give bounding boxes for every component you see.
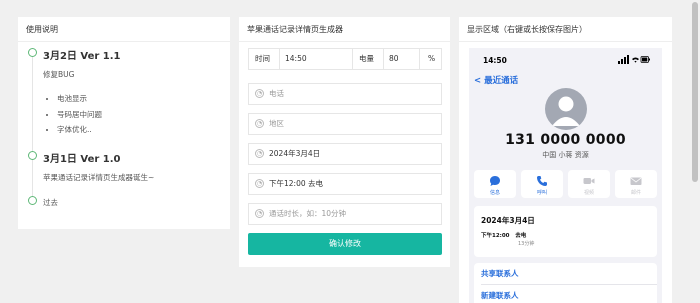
version-text: 苹果通话记录详情页生成器诞生~ [43,173,155,182]
record-type: 去电 [515,233,527,239]
list-item: 电池显示 [57,93,102,109]
phone-number: 131 0000 0000 [505,132,626,148]
phone-icon [537,176,547,186]
record-duration: 13分钟 [518,241,535,247]
call-type-field[interactable]: ◔ 下午12:00 去电 [248,173,442,195]
time-input[interactable]: 14:50 [285,49,345,69]
scrollbar-thumb[interactable] [692,2,698,182]
list-item: 字体优化.. [57,124,102,140]
version-title: 3月1日 Ver 1.0 [43,154,121,165]
share-contact-link[interactable]: 共享联系人 [481,268,519,279]
message-icon [490,176,500,186]
page-scrollbar[interactable] [690,0,700,303]
video-button[interactable]: 视频 [568,170,610,198]
chevron-left-icon: < [474,76,482,86]
timeline-past: 过去 [43,198,58,207]
record-date: 2024年3月4日 [481,216,535,225]
clock-icon: ◔ [255,179,264,188]
duration-placeholder: 通话时长，如：10分钟 [269,209,347,218]
divider [481,284,657,285]
record-time-line: 下午12:00 去电 [481,231,526,239]
date-value: 2024年3月4日 [269,149,321,158]
call-button[interactable]: 呼叫 [521,170,563,198]
new-contact-link[interactable]: 新建联系人 [481,290,519,301]
message-label: 信息 [489,190,500,196]
back-button[interactable]: < 最近通话 [474,74,518,86]
timeline-dot [28,48,37,57]
duration-field[interactable]: ◔ 通话时长，如：10分钟 [248,203,442,225]
display-title: 显示区域（右键或长按保存图片） [459,17,672,42]
message-button[interactable]: 信息 [474,170,516,198]
display-panel: 显示区域（右键或长按保存图片） 14:50 < 最近通话 131 0000 00… [459,17,672,303]
version-text: 修复BUG [43,70,75,79]
region-field[interactable]: ◔ 地区 [248,113,442,135]
call-type-value: 下午12:00 去电 [269,179,323,188]
generator-panel: 苹果通话记录详情页生成器 时间 14:50 电量 80 % ◔ 电话 ◔ 地区 … [239,17,450,267]
date-field[interactable]: ◔ 2024年3月4日 [248,143,442,165]
action-buttons: 信息 呼叫 视频 邮件 [474,170,657,198]
video-label: 视频 [583,190,594,196]
mail-icon [630,177,642,185]
instructions-title: 使用说明 [18,17,230,42]
battery-input[interactable]: 80 [389,49,419,69]
mail-button[interactable]: 邮件 [615,170,657,198]
time-battery-row: 时间 14:50 电量 80 % [248,48,442,70]
version-title: 3月2日 Ver 1.1 [43,51,121,62]
instructions-panel: 使用说明 3月2日 Ver 1.1 修复BUG 电池显示 号码居中问题 字体优化… [18,17,230,229]
percent-label: % [428,54,436,63]
avatar [545,88,587,130]
timeline-dot [28,151,37,160]
call-record-card: 2024年3月4日 下午12:00 去电 13分钟 [474,206,657,257]
confirm-button[interactable]: 确认修改 [248,233,442,255]
battery-label: 电量 [359,54,374,63]
back-label: 最近通话 [484,76,519,86]
region-placeholder: 地区 [269,119,284,128]
phone-placeholder: 电话 [269,89,284,98]
clock-icon: ◔ [255,149,264,158]
call-label: 呼叫 [536,190,547,196]
clock-icon: ◔ [255,89,264,98]
timeline-line [32,53,33,199]
generator-title: 苹果通话记录详情页生成器 [239,17,450,42]
status-icons [618,55,650,64]
status-time: 14:50 [483,56,507,65]
mail-label: 邮件 [630,190,641,196]
clock-icon: ◔ [255,119,264,128]
contact-actions-card: 共享联系人 新建联系人 [474,263,657,303]
changelog-list: 电池显示 号码居中问题 字体优化.. [49,93,102,140]
phone-field[interactable]: ◔ 电话 [248,83,442,105]
carrier-region: 中国 小蒋 资源 [542,151,589,159]
record-time: 下午12:00 [481,233,510,239]
list-item: 号码居中问题 [57,109,102,125]
clock-icon: ◔ [255,209,264,218]
person-icon [552,96,580,126]
video-icon [583,178,595,184]
timeline-dot [28,196,37,205]
time-label: 时间 [255,54,270,63]
phone-preview: 14:50 < 最近通话 131 0000 0000 中国 小蒋 资源 信息 呼… [469,48,662,303]
